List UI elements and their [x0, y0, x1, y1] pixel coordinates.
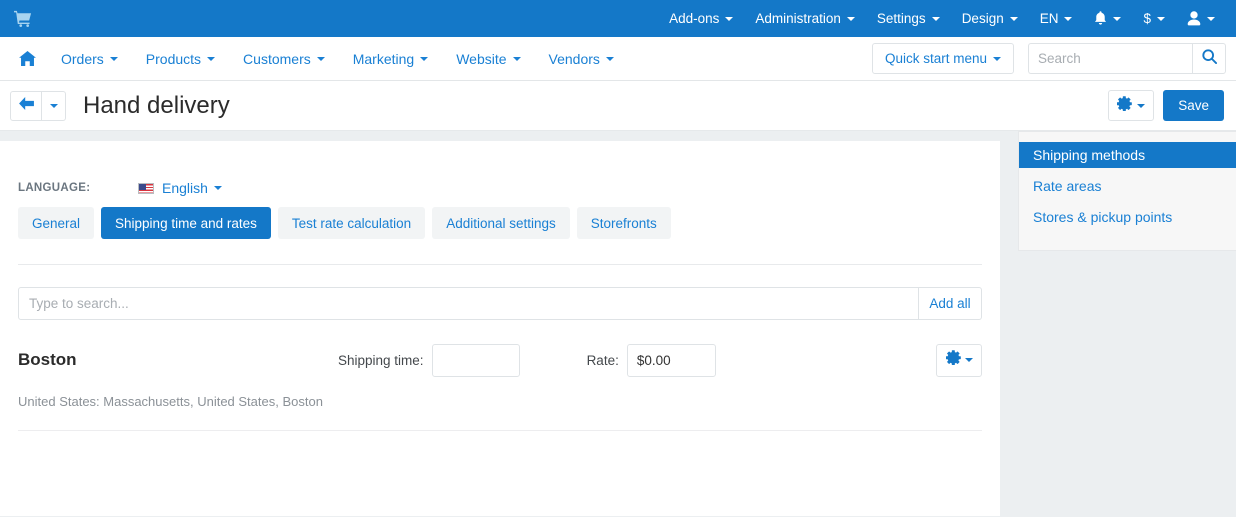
mainnav-item-orders[interactable]: Orders [47, 37, 132, 81]
row-divider [18, 430, 982, 431]
mainnav-item-customers[interactable]: Customers [229, 37, 339, 81]
rate-label: Rate: [586, 352, 619, 368]
chevron-down-icon [1064, 16, 1073, 21]
back-button[interactable] [10, 90, 42, 121]
tab-shipping-time-and-rates[interactable]: Shipping time and rates [101, 207, 271, 239]
currency-dollar-icon: $ [1143, 11, 1151, 26]
search-icon [1201, 48, 1217, 69]
tab-bar: General Shipping time and rates Test rat… [18, 207, 982, 239]
rate-row-settings-button[interactable] [936, 343, 982, 377]
chevron-down-icon [512, 56, 521, 61]
gear-icon [1117, 95, 1133, 116]
chevron-down-icon [605, 56, 614, 61]
back-dropdown-button[interactable] [42, 90, 66, 121]
page-title: Hand delivery [83, 91, 230, 119]
mainnav-label: Marketing [352, 50, 415, 67]
chevron-down-icon [1113, 16, 1122, 21]
shopping-cart-icon[interactable] [12, 8, 34, 30]
language-label: LANGUAGE: [18, 182, 91, 194]
chevron-down-icon [49, 103, 58, 108]
topnav-item-language[interactable]: EN [1029, 0, 1084, 37]
mainnav-item-vendors[interactable]: Vendors [535, 37, 628, 81]
back-button-group [10, 90, 66, 121]
chevron-down-icon [964, 358, 973, 362]
quick-start-menu-button[interactable]: Quick start menu [871, 43, 1014, 74]
language-selector[interactable]: English [138, 180, 222, 196]
mainnav-label: Customers [243, 50, 311, 67]
mainnav-label: Products [145, 50, 202, 67]
mainnav-item-marketing[interactable]: Marketing [339, 37, 442, 81]
zone-location-subtitle: United States: Massachusetts, United Sta… [18, 394, 323, 409]
content-panel: LANGUAGE: English General Shipping time … [0, 141, 1000, 516]
chevron-down-icon [846, 16, 855, 21]
shipping-time-label: Shipping time: [338, 352, 424, 368]
zone-name: Boston [18, 350, 77, 369]
us-flag-icon [138, 182, 154, 194]
search-submit-button[interactable] [1192, 43, 1226, 74]
sidebar-item-stores-pickup-points[interactable]: Stores & pickup points [1019, 204, 1236, 230]
chevron-down-icon [1137, 103, 1146, 108]
topnav-item-notifications[interactable] [1083, 0, 1132, 37]
sidebar-item-shipping-methods[interactable]: Shipping methods [1019, 142, 1236, 168]
search-input[interactable] [1028, 43, 1192, 74]
topnav-item-currency[interactable]: $ [1132, 0, 1176, 37]
chevron-down-icon [931, 16, 940, 21]
mainnav-label: Orders [61, 50, 104, 67]
chevron-down-icon [1009, 16, 1018, 21]
chevron-down-icon [109, 56, 118, 61]
topnav-label: Add-ons [669, 11, 720, 26]
shipping-time-input[interactable] [431, 343, 520, 377]
tab-general[interactable]: General [18, 207, 95, 239]
section-divider [18, 264, 982, 265]
chevron-down-icon [993, 56, 1001, 61]
tab-storefronts[interactable]: Storefronts [576, 207, 671, 239]
page-settings-button[interactable] [1108, 90, 1155, 121]
topnav-label: Administration [755, 11, 841, 26]
tab-additional-settings[interactable]: Additional settings [432, 207, 570, 239]
quick-start-menu-label: Quick start menu [884, 51, 987, 66]
page-body: LANGUAGE: English General Shipping time … [0, 131, 1236, 516]
chevron-down-icon [1157, 16, 1165, 21]
sidebar-panel: Shipping methods Rate areas Stores & pic… [1018, 131, 1236, 251]
chevron-down-icon [207, 56, 216, 61]
topnav-item-addons[interactable]: Add-ons [658, 0, 744, 37]
arrow-left-icon [18, 96, 34, 115]
main-nav: Orders Products Customers Marketing Webs… [0, 37, 1236, 81]
save-button[interactable]: Save [1163, 90, 1224, 121]
chevron-down-icon [725, 16, 734, 21]
chevron-down-icon [213, 186, 222, 190]
language-row: LANGUAGE: English [18, 141, 982, 201]
topnav-label: Design [961, 11, 1004, 26]
mainnav-label: Vendors [548, 50, 600, 67]
home-icon[interactable] [8, 37, 47, 81]
tab-test-rate-calculation[interactable]: Test rate calculation [277, 207, 426, 239]
topnav-item-user[interactable] [1176, 0, 1226, 37]
topnav-item-design[interactable]: Design [951, 0, 1029, 37]
chevron-down-icon [420, 56, 429, 61]
mainnav-item-products[interactable]: Products [132, 37, 229, 81]
mainnav-item-website[interactable]: Website [442, 37, 534, 81]
top-nav: Add-ons Administration Settings Design E… [658, 0, 1226, 37]
topnav-item-administration[interactable]: Administration [744, 0, 866, 37]
topnav-label: EN [1039, 11, 1059, 26]
add-all-button[interactable]: Add all [919, 287, 982, 320]
top-bar: Add-ons Administration Settings Design E… [0, 0, 1236, 37]
topnav-label: Settings [876, 11, 926, 26]
sidebar-item-rate-areas[interactable]: Rate areas [1019, 173, 1236, 199]
rate-area-search-input[interactable] [18, 287, 919, 320]
user-account-icon [1187, 11, 1201, 26]
global-search [1028, 43, 1226, 74]
mainnav-label: Website [456, 50, 507, 67]
rate-row: Boston Shipping time: Rate: [18, 343, 982, 377]
rate-area-search-row: Add all [18, 287, 982, 320]
language-selected-value: English [162, 180, 208, 196]
rate-input[interactable] [626, 343, 716, 377]
notifications-bell-icon [1094, 11, 1107, 26]
chevron-down-icon [316, 56, 325, 61]
chevron-down-icon [1207, 16, 1215, 21]
topnav-item-settings[interactable]: Settings [866, 0, 951, 37]
gear-icon [945, 350, 961, 370]
title-bar: Hand delivery Save [0, 81, 1236, 131]
